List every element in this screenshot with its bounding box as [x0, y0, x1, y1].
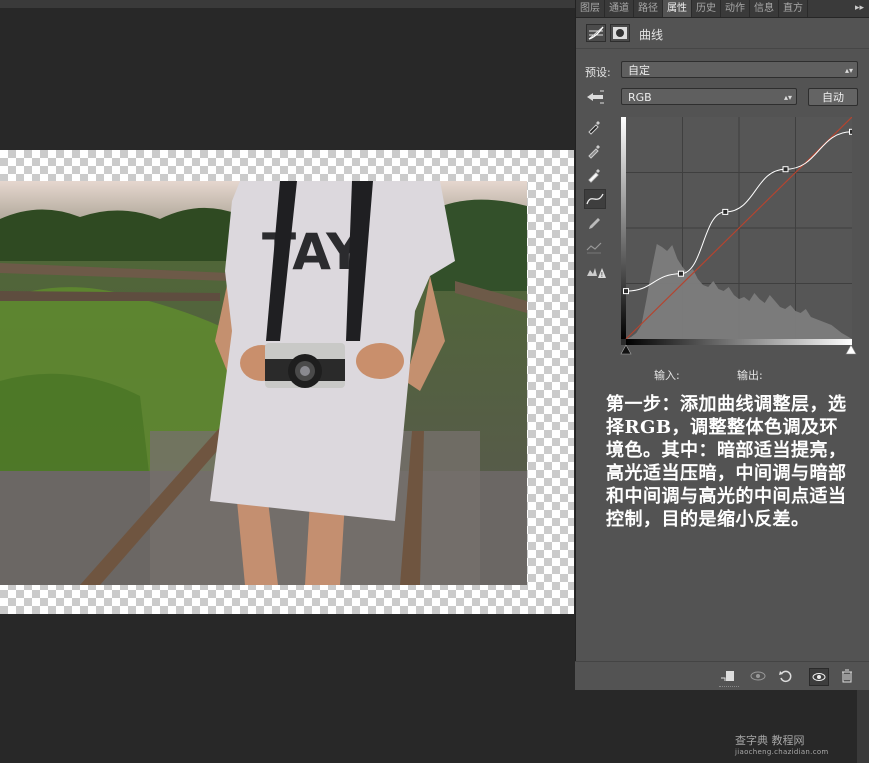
panel-tab-bar: 图层 通道 路径 属性 历史 动作 信息 直方: [576, 0, 869, 18]
updown-arrow-icon: ▴▾: [783, 93, 792, 102]
eyedropper-white-icon[interactable]: [585, 166, 603, 184]
eyedropper-black-icon[interactable]: [585, 118, 603, 136]
svg-text:!: !: [601, 271, 604, 279]
curve-point-tool-icon[interactable]: [584, 189, 606, 209]
preset-select-value: 自定: [628, 64, 650, 77]
tab-actions[interactable]: 动作: [721, 0, 750, 17]
tab-paths[interactable]: 路径: [634, 0, 663, 17]
photo-illustration: TAY: [0, 181, 527, 585]
scrollbar[interactable]: [857, 690, 869, 763]
input-label: 输入:: [654, 369, 680, 382]
tab-channels[interactable]: 通道: [605, 0, 634, 17]
tab-layers[interactable]: 图层: [576, 0, 605, 17]
clip-to-layer-icon[interactable]: [720, 668, 736, 684]
watermark-line2: jiaocheng.chazidian.com: [735, 748, 829, 756]
document-photo: TAY: [0, 181, 527, 585]
curve-control-point[interactable]: [623, 288, 629, 295]
channel-select[interactable]: RGB ▴▾: [621, 88, 797, 105]
document-canvas[interactable]: TAY: [0, 150, 574, 614]
preset-label: 预设:: [585, 66, 611, 79]
curves-graph[interactable]: [621, 117, 852, 345]
reset-icon[interactable]: [778, 668, 794, 684]
mask-icon[interactable]: [610, 24, 630, 42]
eye-icon[interactable]: [809, 668, 829, 686]
output-label: 输出:: [737, 369, 763, 382]
preset-select[interactable]: 自定 ▴▾: [621, 61, 858, 78]
watermark: 查字典 教程网 jiaocheng.chazidian.com: [735, 732, 829, 756]
curve-control-point[interactable]: [782, 166, 789, 173]
tab-properties[interactable]: 属性: [663, 0, 692, 17]
updown-arrow-icon: ▴▾: [844, 66, 853, 75]
curves-icon[interactable]: [586, 24, 606, 42]
curve-control-point[interactable]: [677, 270, 684, 277]
watermark-line1: 查字典 教程网: [735, 734, 805, 747]
tab-info[interactable]: 信息: [750, 0, 779, 17]
pencil-icon[interactable]: [585, 214, 603, 232]
panel-menu-icon[interactable]: ▸▸: [855, 0, 864, 17]
black-point-slider[interactable]: [620, 344, 632, 355]
tab-histogram[interactable]: 直方: [779, 0, 808, 17]
panel-header-title: 曲线: [639, 28, 664, 42]
instruction-text: 第一步：添加曲线调整层，选择RGB，调整整体色调及环境色。其中：暗部适当提亮，高…: [606, 394, 847, 530]
clipping-warning-icon[interactable]: !: [585, 262, 607, 280]
workspace-top-strip: [0, 0, 575, 8]
tab-history[interactable]: 历史: [692, 0, 721, 17]
curve-control-point[interactable]: [722, 208, 729, 215]
smooth-icon[interactable]: [585, 238, 603, 256]
channel-select-value: RGB: [628, 91, 652, 104]
visibility-toggle-icon[interactable]: [750, 668, 766, 684]
resize-grip[interactable]: [719, 686, 739, 690]
eyedropper-gray-icon[interactable]: [585, 142, 603, 160]
hand-adjust-icon[interactable]: [585, 88, 607, 106]
auto-button[interactable]: 自动: [808, 88, 858, 106]
trash-icon[interactable]: [839, 668, 855, 684]
white-point-slider[interactable]: [845, 344, 857, 355]
panel-header: 曲线: [576, 18, 869, 49]
curve-control-point[interactable]: [849, 128, 853, 135]
